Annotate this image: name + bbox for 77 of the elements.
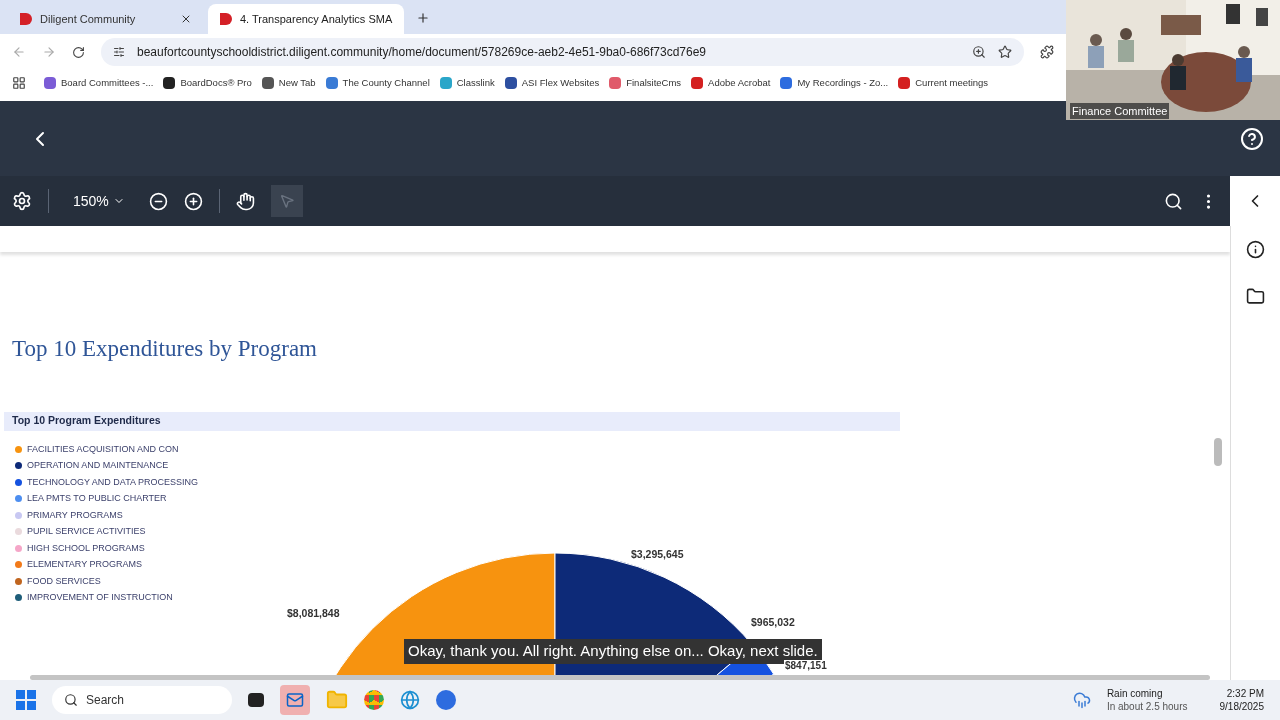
weather-icon [1072, 691, 1091, 709]
legend-label: PRIMARY PROGRAMS [27, 508, 123, 522]
favicon-icon [898, 77, 911, 89]
globe-icon[interactable] [400, 690, 420, 710]
favicon-icon [163, 77, 176, 89]
zoom-dropdown[interactable]: 150% [65, 190, 133, 212]
reload-icon[interactable] [72, 45, 85, 59]
weather-detail: In about 2.5 hours [1106, 700, 1188, 713]
bookmark[interactable]: My Recordings - Zo... [780, 75, 889, 91]
hand-icon[interactable] [235, 191, 255, 211]
bookmark[interactable]: Board Committees -... [44, 75, 154, 91]
settings-icon[interactable] [12, 191, 32, 211]
folder-icon[interactable] [1246, 287, 1265, 306]
legend-label: OPERATION AND MAINTENANCE [27, 459, 169, 472]
favicon-icon [261, 77, 274, 89]
help-icon[interactable] [1240, 126, 1264, 151]
url-text: beaufortcountyschooldistrict.diligent.community/home/document/578269ce-aeb2-4e51-9ba0-686f73cd76e9 [137, 44, 708, 61]
extensions-icon[interactable] [1040, 45, 1054, 59]
bookmark[interactable]: ASI Flex Websites [504, 75, 600, 91]
scrollbar-thumb[interactable] [1214, 438, 1222, 466]
scrollbar-thumb[interactable] [30, 675, 1210, 680]
bookmark[interactable]: Adobe Acrobat [691, 75, 771, 91]
apps-icon[interactable] [12, 76, 26, 90]
favicon-icon [325, 77, 338, 89]
clock-time: 2:32 PM [1226, 687, 1264, 700]
search-icon[interactable] [1164, 191, 1183, 211]
bookmark-star-icon[interactable] [998, 45, 1012, 59]
legend-label: PUPIL SERVICE ACTIVITIES [27, 525, 146, 538]
tab-title: Diligent Community [40, 11, 137, 27]
bookmark[interactable]: Current meetings [898, 75, 989, 91]
bookmark[interactable]: FinalsiteCms [609, 75, 682, 91]
task-view-icon[interactable] [248, 693, 264, 707]
browser-tab[interactable]: 4. Transparency Analytics SMA [208, 4, 404, 34]
browser-icon[interactable] [364, 690, 384, 710]
clock-date: 9/18/2025 [1219, 700, 1264, 713]
panel-header: Top 10 Program Expenditures [4, 411, 900, 431]
favicon-icon [44, 77, 56, 89]
zoom-in-icon[interactable] [183, 191, 203, 211]
slice-label: $8,081,848 [287, 606, 340, 621]
legend-label: ELEMENTARY PROGRAMS [27, 558, 143, 571]
pointer-tool[interactable] [270, 185, 303, 217]
weather-title: Rain coming [1106, 687, 1164, 700]
legend-label: LEA PMTS TO PUBLIC CHARTER [27, 492, 167, 505]
pointer-icon [278, 193, 295, 209]
bookmark[interactable]: The County Channel [325, 75, 430, 91]
legend-label: FOOD SERVICES [27, 574, 101, 588]
search-field[interactable]: Search [52, 686, 232, 714]
favicon-icon [439, 77, 452, 89]
legend-label: FACILITIES ACQUISITION AND CON [27, 442, 179, 456]
legend-label: IMPROVEMENT OF INSTRUCTION [27, 591, 173, 604]
slice-label: $3,295,645 [631, 547, 684, 562]
video-app-icon[interactable] [436, 690, 456, 710]
slice-label: $965,032 [751, 615, 795, 630]
section-heading: Top 10 Expenditures by Program [12, 335, 317, 363]
new-tab-icon[interactable] [416, 11, 430, 25]
favicon-icon [691, 77, 704, 89]
browser-tab[interactable]: Diligent Community [8, 4, 204, 34]
app-icon [20, 13, 32, 25]
legend-label: TECHNOLOGY AND DATA PROCESSING [27, 475, 199, 489]
favicon-icon [609, 77, 622, 89]
zoom-out-icon[interactable] [148, 191, 168, 211]
favicon-icon [780, 77, 793, 89]
bookmark[interactable]: Classlink [439, 75, 495, 91]
bookmark[interactable]: BoardDocs® Pro [163, 75, 252, 91]
legend-label: HIGH SCHOOL PROGRAMS [27, 541, 145, 555]
zoom-icon[interactable] [972, 45, 986, 59]
outlook-icon[interactable] [280, 685, 310, 715]
bookmark[interactable]: New Tab [261, 75, 316, 91]
app-icon [220, 13, 232, 25]
info-icon[interactable] [1246, 240, 1265, 259]
address-bar[interactable]: beaufortcountyschooldistrict.diligent.community/home/document/578269ce-aeb2-4e51-9ba0-686f73cd76e9 [101, 38, 1024, 66]
tab-title: 4. Transparency Analytics SMA [240, 11, 393, 27]
site-settings-icon[interactable] [113, 46, 125, 58]
close-icon[interactable] [180, 13, 192, 25]
start-icon[interactable] [16, 690, 36, 710]
favicon-icon [504, 77, 517, 89]
search-icon [64, 693, 78, 707]
